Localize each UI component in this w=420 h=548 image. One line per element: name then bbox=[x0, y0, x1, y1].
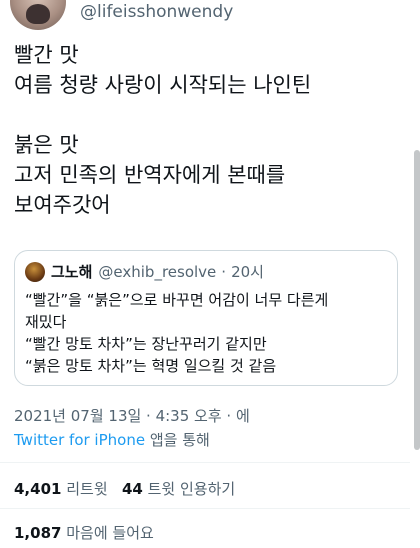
retweet-stats: 4,401 리트윗 44 트윗 인용하기 bbox=[14, 478, 235, 499]
divider bbox=[0, 508, 410, 509]
quoted-avatar bbox=[25, 261, 45, 282]
tweet-source-link[interactable]: Twitter for iPhone bbox=[14, 431, 145, 449]
tweet-timestamp: 2021년 07월 13일 · 4:35 오후 · 에 Twitter for … bbox=[14, 404, 250, 452]
quotes-label: 트윗 인용하기 bbox=[147, 480, 236, 498]
quoted-line: “빨간 망토 차차”는 장난꾸러기 같지만 bbox=[25, 335, 267, 353]
quoted-line: “빨간”을 “붉은”으로 바꾸면 어감이 너무 다른게 bbox=[25, 291, 329, 309]
quoted-tweet-header: 그노해 @exhib_resolve · 20시 bbox=[25, 261, 264, 282]
quoted-tweet-text: “빨간”을 “붉은”으로 바꾸면 어감이 너무 다른게 재밌다 “빨간 망토 차… bbox=[25, 289, 389, 377]
quoted-handle: @exhib_resolve bbox=[98, 262, 217, 281]
author-handle[interactable]: @lifeisshonwendy bbox=[80, 2, 233, 22]
quotes-count: 44 bbox=[121, 480, 143, 498]
likes-label: 마음에 들어요 bbox=[66, 524, 154, 542]
tweet-source-line: Twitter for iPhone 앱을 통해 bbox=[14, 428, 250, 452]
like-stats: 1,087 마음에 들어요 bbox=[14, 522, 154, 543]
quoted-line: “붉은 망토 차차”는 혁명 일으킬 것 같음 bbox=[25, 357, 277, 375]
tweet-text: 빨간 맛 여름 청량 사랑이 시작되는 나인틴 붉은 맛 고저 민족의 반역자에… bbox=[14, 40, 409, 220]
quoted-display-name: 그노해 bbox=[51, 263, 93, 281]
tweet-spacer bbox=[14, 100, 409, 130]
scrollbar[interactable] bbox=[414, 150, 420, 450]
quoted-time: 20시 bbox=[231, 263, 264, 281]
tweet-source-suffix: 앱을 통해 bbox=[145, 431, 210, 449]
tweet-line: 고저 민족의 반역자에게 본때를 bbox=[14, 163, 286, 187]
tweet-line: 여름 청량 사랑이 시작되는 나인틴 bbox=[14, 73, 312, 97]
retweets-label: 리트윗 bbox=[66, 480, 108, 498]
divider bbox=[0, 462, 410, 463]
quoted-separator: · bbox=[221, 262, 227, 281]
retweets-count: 4,401 bbox=[14, 480, 62, 498]
tweet-datetime: 2021년 07월 13일 · 4:35 오후 · 에 bbox=[14, 407, 250, 425]
retweets-link[interactable]: 4,401 리트윗 bbox=[14, 480, 108, 498]
tweet-line: 보여주갓어 bbox=[14, 193, 111, 217]
quoted-tweet[interactable]: 그노해 @exhib_resolve · 20시 “빨간”을 “붉은”으로 바꾸… bbox=[14, 250, 398, 386]
tweet-line: 빨간 맛 bbox=[14, 43, 79, 67]
quoted-line: 재밌다 bbox=[25, 313, 67, 331]
quotes-link[interactable]: 44 트윗 인용하기 bbox=[122, 480, 235, 498]
author-avatar[interactable] bbox=[10, 0, 66, 30]
likes-link[interactable]: 1,087 마음에 들어요 bbox=[14, 524, 154, 542]
tweet-line: 붉은 맛 bbox=[14, 133, 79, 157]
likes-count: 1,087 bbox=[14, 524, 62, 542]
